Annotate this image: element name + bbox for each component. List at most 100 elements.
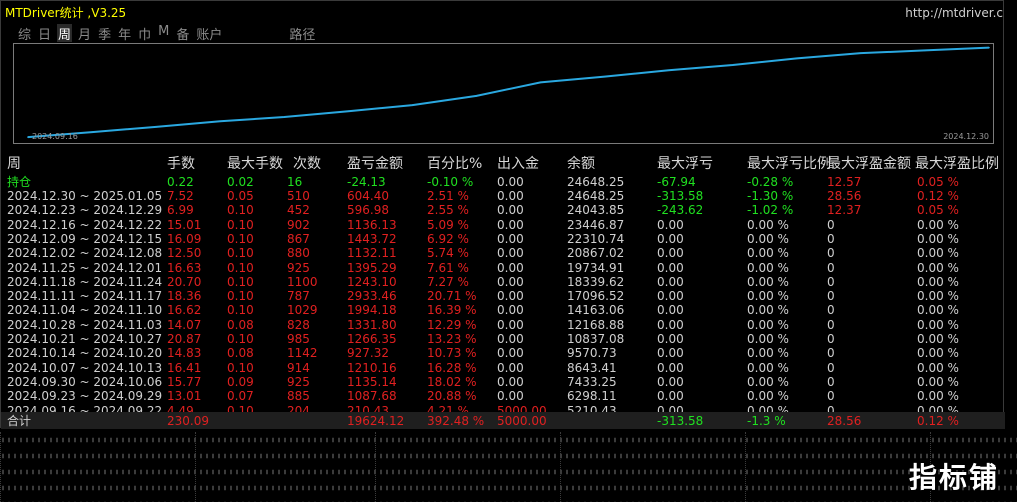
cell-balance: 24043.85 xyxy=(567,203,625,218)
cell-maxfppct: 0.05 % xyxy=(917,203,959,218)
table-row[interactable]: 2024.09.23 ~ 2024.09.29 13.01 0.07 885 1087.… xyxy=(7,389,1003,403)
tab-10[interactable]: 路径 xyxy=(288,24,316,43)
cell-count: 867 xyxy=(287,231,310,246)
cell-pct: 13.23 % xyxy=(427,332,477,346)
website-link[interactable]: http://mtdriver.c xyxy=(905,6,1003,20)
cell-maxfppct: 0.00 % xyxy=(917,274,959,289)
table-row[interactable]: 2024.12.02 ~ 2024.12.08 12.50 0.10 880 1132.… xyxy=(7,246,1003,260)
table-row[interactable]: 2024.12.09 ~ 2024.12.15 16.09 0.10 867 1443.… xyxy=(7,232,1003,246)
cell-maxfppct: 0.00 % xyxy=(917,332,959,346)
cell-maxlots: 0.10 xyxy=(227,246,254,261)
balance-point xyxy=(347,110,350,113)
cell-maxfp: 0 xyxy=(827,332,835,346)
cell-count: 1100 xyxy=(287,274,318,289)
cell-maxfppct: 0.00 % xyxy=(917,317,959,332)
table-row[interactable]: 2024.10.14 ~ 2024.10.20 14.83 0.08 1142 927.… xyxy=(7,346,1003,360)
cell-maxfppct: 0.00 % xyxy=(917,360,959,375)
balance-chart-svg xyxy=(27,46,990,139)
balance-line xyxy=(27,46,990,139)
table-row[interactable]: 2024.10.07 ~ 2024.10.13 16.41 0.10 914 1210.… xyxy=(7,361,1003,375)
tab-1[interactable]: 日 xyxy=(37,24,52,43)
cell-io: 0.00 xyxy=(497,246,524,261)
cell-maxdd: 0.00 xyxy=(657,332,684,346)
cell-maxfppct: 0.00 % xyxy=(917,260,959,275)
grid-line xyxy=(195,432,196,502)
holding-maxfppct: 0.05 % xyxy=(917,175,959,189)
cell-io: 0.00 xyxy=(497,317,524,332)
header-9: 最大浮亏比例 xyxy=(747,156,831,172)
cell-maxddpct: 0.00 % xyxy=(747,303,789,318)
cell-balance: 20867.02 xyxy=(567,246,625,261)
cell-io: 0.00 xyxy=(497,289,524,304)
table-row[interactable]: 2024.09.30 ~ 2024.10.06 15.77 0.09 925 1135.… xyxy=(7,375,1003,389)
cell-pct: 20.88 % xyxy=(427,389,477,404)
table-row[interactable]: 2024.10.28 ~ 2024.11.03 14.07 0.08 828 1331.… xyxy=(7,318,1003,332)
cell-maxlots: 0.10 xyxy=(227,231,254,246)
tab-3[interactable]: 月 xyxy=(77,24,92,43)
grid-line xyxy=(375,432,376,502)
tab-0[interactable]: 综 xyxy=(17,24,32,43)
cell-pnl: 1087.68 xyxy=(347,389,397,404)
cell-maxfp: 0 xyxy=(827,289,835,304)
cell-pct: 20.71 % xyxy=(427,289,477,304)
table-row[interactable]: 2024.11.25 ~ 2024.12.01 16.63 0.10 925 1395.… xyxy=(7,261,1003,275)
cell-count: 925 xyxy=(287,260,310,275)
holding-label: 持仓 xyxy=(7,175,32,189)
total-pct: 392.48 % xyxy=(427,414,485,428)
cell-maxddpct: 0.00 % xyxy=(747,274,789,289)
grid-line xyxy=(745,432,746,502)
cell-maxddpct: 0.00 % xyxy=(747,246,789,261)
cell-pct: 16.39 % xyxy=(427,303,477,318)
cell-maxlots: 0.05 xyxy=(227,189,254,203)
cell-pct: 18.02 % xyxy=(427,374,477,389)
cell-io: 0.00 xyxy=(497,332,524,346)
cell-pct: 10.73 % xyxy=(427,346,477,361)
table-row[interactable]: 2024.11.18 ~ 2024.11.24 20.70 0.10 1100 1243… xyxy=(7,275,1003,289)
cell-pnl: 1135.14 xyxy=(347,374,397,389)
cell-week: 2024.10.14 ~ 2024.10.20 xyxy=(7,346,163,361)
tab-2[interactable]: 周 xyxy=(57,24,73,43)
tab-8[interactable]: 备 xyxy=(175,24,190,43)
balance-point xyxy=(539,81,542,84)
cell-lots: 6.99 xyxy=(167,203,194,218)
table-row[interactable]: 2024.10.21 ~ 2024.10.27 20.87 0.10 985 1266.… xyxy=(7,332,1003,346)
tab-6[interactable]: 巾 xyxy=(137,24,152,43)
cell-maxlots: 0.08 xyxy=(227,346,254,361)
table-row[interactable]: 2024.12.16 ~ 2024.12.22 15.01 0.10 902 1136.… xyxy=(7,218,1003,232)
table-row[interactable]: 2024.11.11 ~ 2024.11.17 18.36 0.10 787 2933.… xyxy=(7,289,1003,303)
holding-io: 0.00 xyxy=(497,175,524,189)
table-row[interactable]: 2024.12.30 ~ 2025.01.05 7.52 0.05 510 604.40… xyxy=(7,189,1003,203)
total-io: 5000.00 xyxy=(497,414,547,428)
balance-point xyxy=(155,126,157,128)
cell-balance: 9570.73 xyxy=(567,346,617,361)
tab-7[interactable]: M xyxy=(157,24,170,42)
cell-maxddpct: -1.02 % xyxy=(747,203,794,218)
table-row[interactable]: 2024.12.23 ~ 2024.12.29 6.99 0.10 452 596.98… xyxy=(7,203,1003,217)
cell-count: 787 xyxy=(287,289,310,304)
cell-count: 828 xyxy=(287,317,310,332)
cell-io: 0.00 xyxy=(497,274,524,289)
tab-4[interactable]: 季 xyxy=(97,24,112,43)
balance-point xyxy=(475,95,478,97)
header-8: 最大浮亏 xyxy=(657,156,713,172)
tab-9[interactable]: 账户 xyxy=(195,24,223,43)
cell-maxfppct: 0.00 % xyxy=(917,346,959,361)
balance-point xyxy=(796,57,798,60)
balance-point xyxy=(91,131,93,133)
cell-pct: 6.92 % xyxy=(427,231,469,246)
table-row[interactable]: 2024.11.04 ~ 2024.11.10 16.62 0.10 1029 1994… xyxy=(7,303,1003,317)
cell-maxdd: 0.00 xyxy=(657,317,684,332)
cell-maxfp: 0 xyxy=(827,389,835,404)
stats-panel: MTDriver统计 ,V3.25 http://mtdriver.c 综日周月… xyxy=(0,0,1005,429)
cell-count: 925 xyxy=(287,374,310,389)
holding-row: 持仓 0.22 0.02 16 -24.13 -0.10 % 0.00 24648.25 -67… xyxy=(7,175,1003,189)
cell-io: 0.00 xyxy=(497,203,524,218)
balance-point xyxy=(219,120,221,123)
header-0: 周 xyxy=(7,156,21,172)
tab-5[interactable]: 年 xyxy=(117,24,132,43)
total-maxddpct: -1.3 % xyxy=(747,414,786,428)
cell-week: 2024.09.23 ~ 2024.09.29 xyxy=(7,389,163,404)
balance-point xyxy=(27,136,29,138)
cell-count: 985 xyxy=(287,332,310,346)
cell-maxfp: 0 xyxy=(827,346,835,361)
